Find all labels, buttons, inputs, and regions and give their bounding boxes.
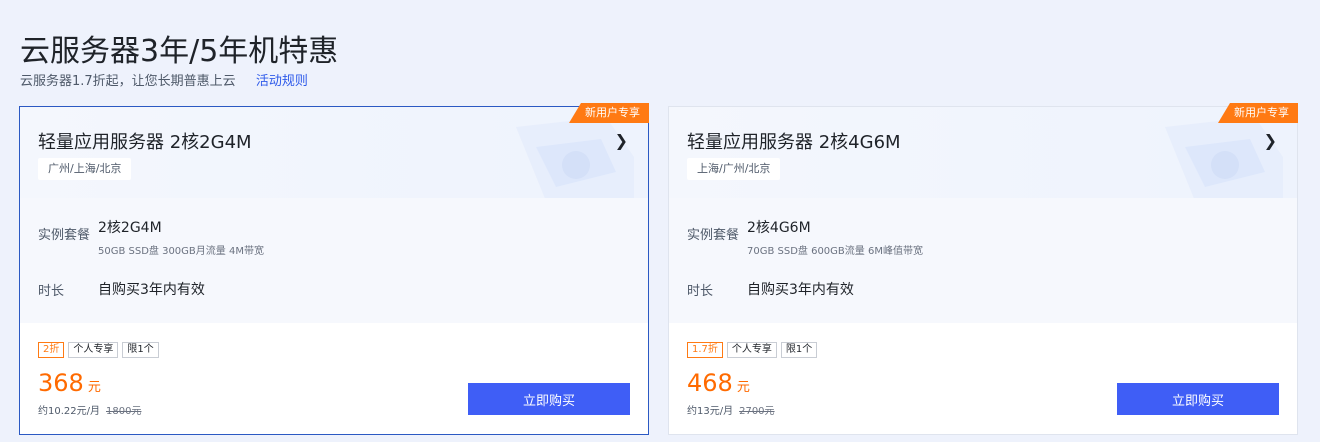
price-value: 468 (687, 369, 733, 397)
tag-list: 1.7折 个人专享 限1个 (687, 342, 818, 358)
discount-tag: 1.7折 (687, 342, 723, 358)
personal-tag: 个人专享 (68, 342, 119, 358)
price-unit: 元 (736, 380, 750, 395)
page-title: 云服务器3年/5年机特惠 (20, 34, 339, 69)
spec-main: 2核4G6M (747, 220, 811, 236)
price-value: 368 (38, 369, 84, 397)
limit-tag: 限1个 (780, 342, 818, 358)
spec-detail: 70GB SSD盘 600GB流量 6M峰值带宽 (747, 246, 923, 257)
card-header: 轻量应用服务器 2核2G4M ❯ 广州/上海/北京 (20, 107, 648, 198)
page-subtitle: 云服务器1.7折起，让您长期普惠上云 活动规则 (20, 70, 308, 89)
spec-label: 实例套餐 (38, 228, 91, 243)
region-badge: 广州/上海/北京 (38, 158, 132, 180)
price: 468 元 (687, 369, 750, 397)
price-note: 约13元/月 2700元 (687, 402, 775, 417)
rules-link[interactable]: 活动规则 (256, 74, 308, 89)
new-user-ribbon: 新用户专享 (569, 103, 649, 123)
spec-detail: 50GB SSD盘 300GB月流量 4M带宽 (98, 246, 264, 257)
price-unit: 元 (87, 380, 101, 395)
duration-label: 时长 (38, 284, 65, 299)
discount-tag: 2折 (38, 342, 65, 358)
chevron-right-icon[interactable]: ❯ (1264, 131, 1277, 150)
duration-value: 自购买3年内有效 (747, 282, 854, 298)
spec-main: 2核2G4M (98, 220, 162, 236)
server-illustration-icon (1165, 117, 1283, 198)
original-price: 2700元 (739, 406, 775, 417)
page: 云服务器3年/5年机特惠 云服务器1.7折起，让您长期普惠上云 活动规则 轻量应… (0, 0, 1320, 442)
chevron-right-icon[interactable]: ❯ (615, 131, 628, 150)
product-card[interactable]: 轻量应用服务器 2核4G6M ❯ 上海/广州/北京 新用户专享 实例套餐 2核4… (668, 103, 1298, 435)
price-note: 约10.22元/月 1800元 (38, 402, 141, 417)
limit-tag: 限1个 (122, 342, 159, 358)
tag-list: 2折 个人专享 限1个 (38, 342, 159, 358)
server-illustration-icon (516, 117, 634, 198)
card-title[interactable]: 轻量应用服务器 2核4G6M (687, 128, 901, 154)
personal-tag: 个人专享 (726, 342, 777, 358)
monthly-price: 约10.22元/月 (38, 406, 100, 417)
monthly-price: 约13元/月 (687, 406, 734, 417)
product-card[interactable]: 轻量应用服务器 2核2G4M ❯ 广州/上海/北京 新用户专享 实例套餐 2核2… (19, 103, 649, 435)
spec-label: 实例套餐 (687, 228, 740, 243)
duration-value: 自购买3年内有效 (98, 282, 205, 298)
buy-button[interactable]: 立即购买 (1117, 383, 1279, 415)
duration-label: 时长 (687, 284, 714, 299)
subtitle-text: 云服务器1.7折起，让您长期普惠上云 (20, 74, 236, 89)
card-title[interactable]: 轻量应用服务器 2核2G4M (38, 128, 252, 154)
region-badge: 上海/广州/北京 (687, 158, 781, 180)
price: 368 元 (38, 369, 101, 397)
new-user-ribbon: 新用户专享 (1218, 103, 1298, 123)
card-header: 轻量应用服务器 2核4G6M ❯ 上海/广州/北京 (669, 107, 1297, 198)
original-price: 1800元 (106, 406, 142, 417)
buy-button[interactable]: 立即购买 (468, 383, 630, 415)
